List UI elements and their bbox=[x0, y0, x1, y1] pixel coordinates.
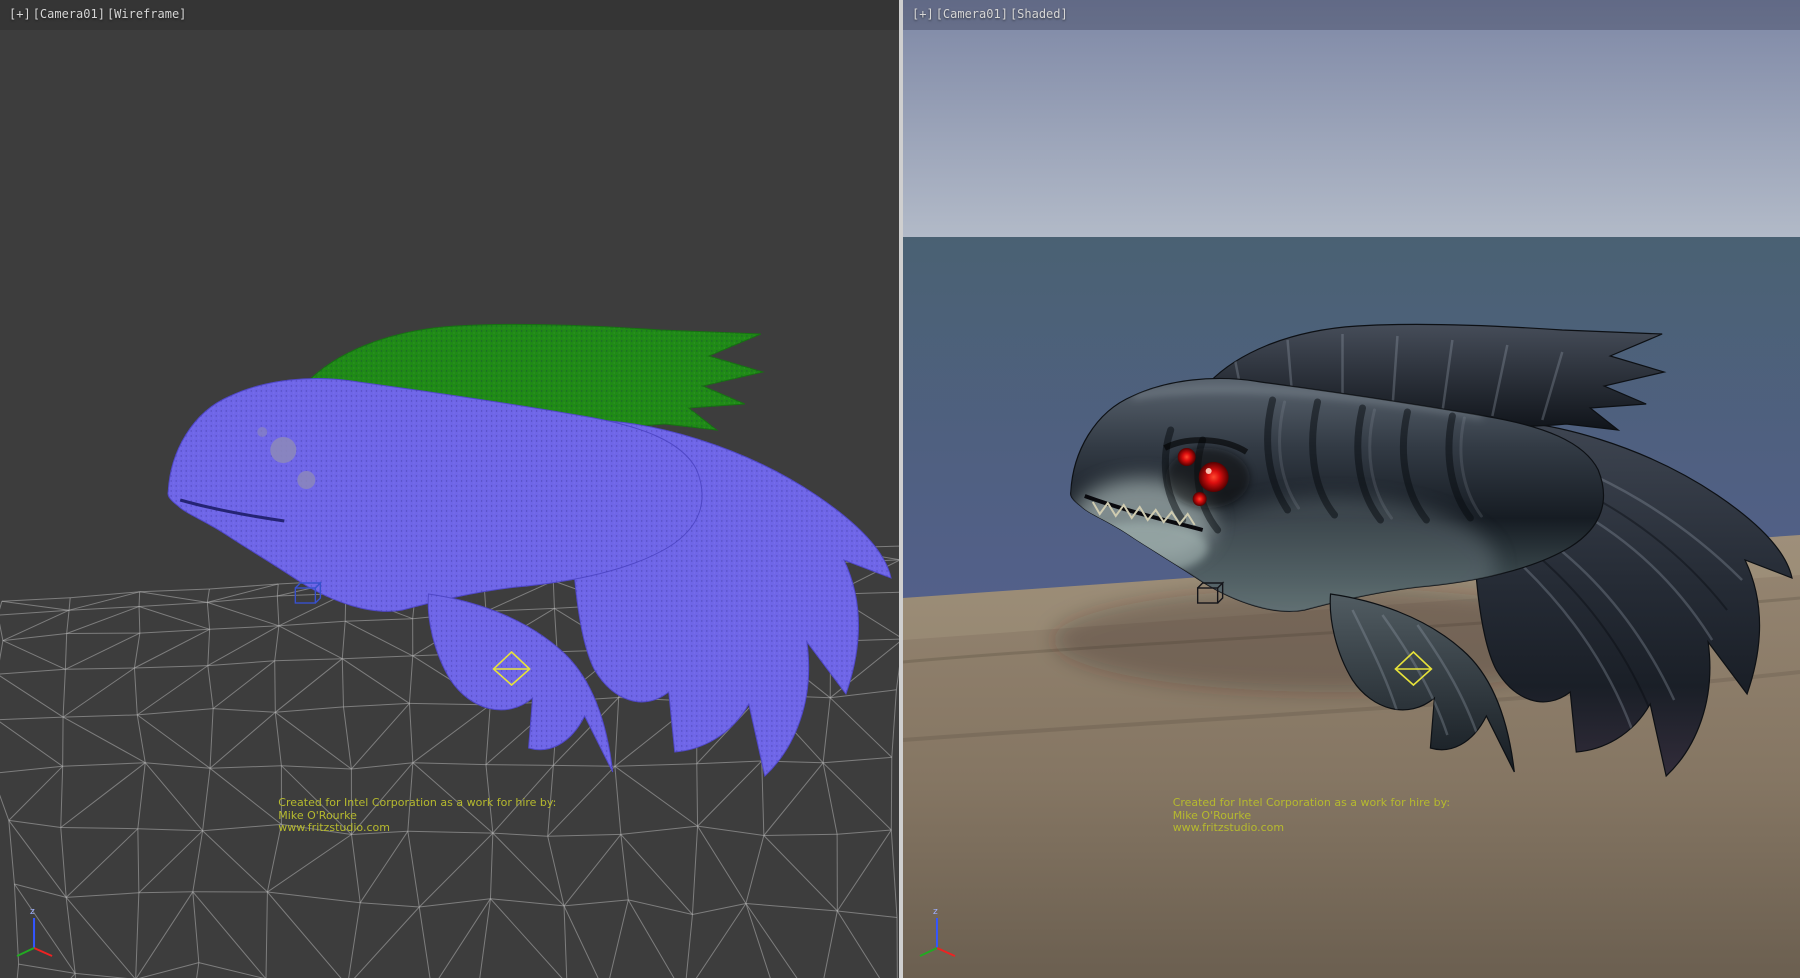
creature-wireframe[interactable] bbox=[168, 324, 891, 776]
viewport-shaded[interactable]: Created for Intel Corporation as a work … bbox=[903, 0, 1800, 978]
shaded-scene-canvas[interactable]: Created for Intel Corporation as a work … bbox=[903, 0, 1800, 978]
axis-z-label: z bbox=[933, 907, 938, 917]
watermark: Created for Intel Corporation as a work … bbox=[278, 796, 556, 834]
viewport-shading-menu[interactable]: [Wireframe] bbox=[107, 7, 186, 21]
eye-spot-small bbox=[297, 471, 315, 489]
watermark-line-1: Created for Intel Corporation as a work … bbox=[278, 796, 556, 809]
viewport-wireframe[interactable]: Created for Intel Corporation as a work … bbox=[0, 0, 899, 978]
viewport-general-menu[interactable]: [+] bbox=[912, 7, 934, 21]
eye-secondary bbox=[1178, 448, 1196, 466]
viewport-general-menu[interactable]: [+] bbox=[9, 7, 31, 21]
viewport-camera-menu[interactable]: [Camera01] bbox=[33, 7, 105, 21]
watermark-line-3: www.fritzstudio.com bbox=[1173, 821, 1284, 834]
sky bbox=[903, 0, 1800, 240]
eye-main bbox=[1199, 462, 1229, 492]
eye-spot-large bbox=[270, 437, 296, 463]
viewport-label-shaded: [+] [Camera01] [Shaded] bbox=[912, 7, 1068, 21]
viewport-shading-menu[interactable]: [Shaded] bbox=[1010, 7, 1068, 21]
dual-viewport-3d-app: Created for Intel Corporation as a work … bbox=[0, 0, 1800, 978]
eye-spot-tiny bbox=[257, 427, 267, 437]
viewport-label-wireframe: [+] [Camera01] [Wireframe] bbox=[9, 7, 186, 21]
eye-main-highlight bbox=[1206, 468, 1212, 474]
watermark-line-3: www.fritzstudio.com bbox=[278, 821, 390, 834]
viewport-camera-menu[interactable]: [Camera01] bbox=[936, 7, 1008, 21]
axis-z-label: z bbox=[30, 907, 35, 917]
wireframe-scene-canvas[interactable]: Created for Intel Corporation as a work … bbox=[0, 0, 899, 978]
watermark-line-1: Created for Intel Corporation as a work … bbox=[1173, 796, 1450, 809]
eye-tertiary bbox=[1193, 492, 1207, 506]
